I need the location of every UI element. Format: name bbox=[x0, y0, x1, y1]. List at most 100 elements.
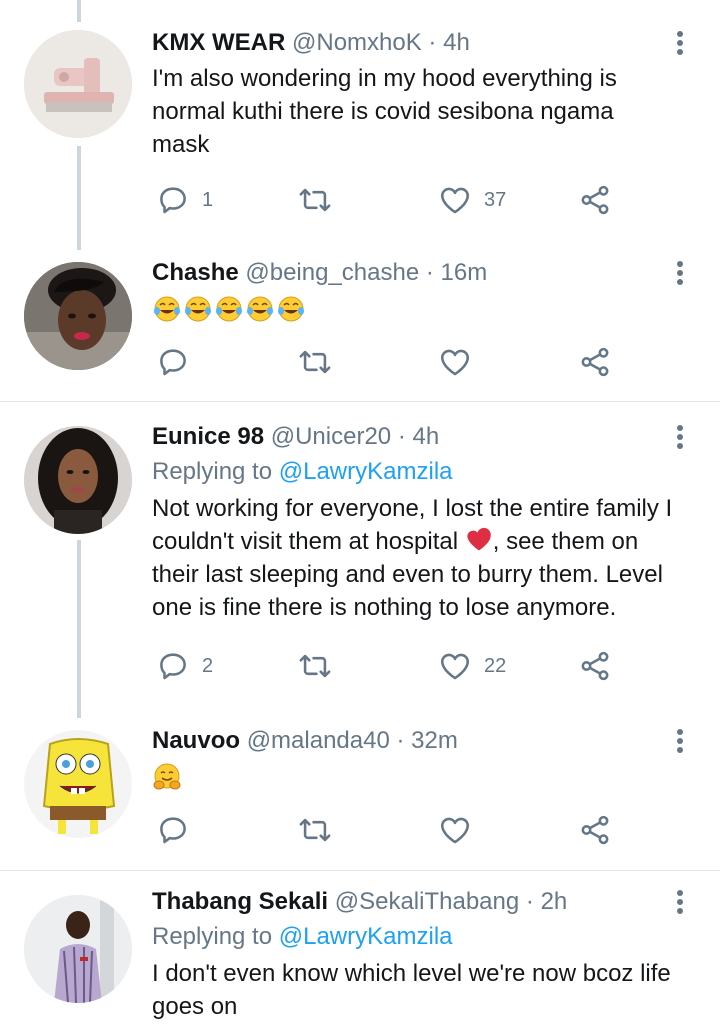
avatar[interactable] bbox=[24, 262, 132, 370]
face-with-tears-of-joy-icon bbox=[185, 296, 211, 322]
display-name[interactable]: KMX WEAR bbox=[152, 29, 285, 56]
mention-link[interactable]: @LawryKamzila bbox=[279, 458, 453, 485]
tweet-actions: 2 22 bbox=[152, 646, 652, 686]
user-handle[interactable]: @Unicer20 bbox=[271, 423, 391, 450]
retweet-button[interactable] bbox=[298, 646, 344, 686]
replying-to: Replying to @LawryKamzila bbox=[152, 456, 692, 488]
tweet-text-line: one is fine there is nothing to lose any… bbox=[152, 594, 617, 621]
share-icon bbox=[581, 815, 609, 845]
avatar[interactable] bbox=[24, 426, 132, 534]
more-options-icon[interactable] bbox=[668, 726, 692, 756]
reply-button[interactable] bbox=[156, 810, 202, 850]
face-with-tears-of-joy-icon bbox=[247, 296, 273, 322]
reply-button[interactable] bbox=[156, 342, 202, 382]
retweet-icon bbox=[299, 350, 331, 374]
share-icon bbox=[581, 651, 609, 681]
tweet-actions bbox=[152, 342, 652, 382]
reply-button[interactable]: 1 bbox=[156, 180, 213, 220]
tweet-text: Not working for everyone, I lost the ent… bbox=[152, 492, 692, 624]
like-button[interactable] bbox=[438, 810, 484, 850]
timestamp[interactable]: 16m bbox=[441, 259, 488, 286]
like-count: 22 bbox=[484, 654, 507, 677]
separator-dot: · bbox=[396, 727, 405, 754]
tweet-text-fragment: , see them on bbox=[492, 528, 639, 555]
face-with-tears-of-joy-icon bbox=[216, 296, 242, 322]
tweet-actions: 1 37 bbox=[152, 180, 652, 220]
share-button[interactable] bbox=[578, 646, 612, 686]
tweet-header: Chashe @being_chashe · 16m bbox=[152, 258, 692, 288]
avatar[interactable] bbox=[24, 895, 132, 1003]
user-handle[interactable]: @NomxhoK bbox=[292, 29, 422, 56]
reply-button[interactable]: 2 bbox=[156, 646, 213, 686]
timestamp[interactable]: 4h bbox=[413, 423, 440, 450]
retweet-icon bbox=[299, 654, 331, 678]
tweet-text-line: I'm also wondering in my hood everything… bbox=[152, 65, 617, 92]
retweet-button[interactable] bbox=[298, 810, 344, 850]
avatar[interactable] bbox=[24, 30, 132, 138]
reply-count: 1 bbox=[202, 188, 214, 211]
timestamp[interactable]: 2h bbox=[541, 888, 568, 915]
tweet-text-line: couldn't visit them at hospital , see th… bbox=[152, 525, 692, 558]
share-icon bbox=[581, 185, 609, 215]
like-button[interactable]: 22 bbox=[438, 646, 506, 686]
more-options-icon[interactable] bbox=[668, 258, 692, 288]
tweet[interactable]: KMX WEAR @NomxhoK · 4h I'm also wonderin… bbox=[0, 0, 720, 250]
display-name[interactable]: Chashe bbox=[152, 259, 239, 286]
separator-dot: · bbox=[428, 29, 437, 56]
hugging-face-icon bbox=[153, 763, 181, 790]
like-button[interactable]: 37 bbox=[438, 180, 506, 220]
retweet-button[interactable] bbox=[298, 180, 344, 220]
tweet-text-line: Not working for everyone, I lost the ent… bbox=[152, 495, 673, 522]
reply-icon bbox=[160, 349, 186, 376]
replying-to: Replying to @LawryKamzila bbox=[152, 921, 692, 953]
tweet-text-line: normal kuthi there is covid sesibona nga… bbox=[152, 98, 614, 125]
tweet[interactable]: Eunice 98 @Unicer20 · 4h Replying to @La… bbox=[0, 402, 720, 718]
share-button[interactable] bbox=[578, 810, 612, 850]
reply-count: 2 bbox=[202, 654, 214, 677]
more-options-icon[interactable] bbox=[668, 28, 692, 58]
display-name[interactable]: Eunice 98 bbox=[152, 423, 264, 450]
tweet[interactable]: Thabang Sekali @SekaliThabang · 2h Reply… bbox=[0, 871, 720, 1034]
user-handle[interactable]: @malanda40 bbox=[247, 727, 390, 754]
share-button[interactable] bbox=[578, 180, 612, 220]
like-count: 37 bbox=[484, 188, 507, 211]
more-options-icon[interactable] bbox=[668, 422, 692, 452]
retweet-button[interactable] bbox=[298, 342, 344, 382]
thread-line bbox=[77, 146, 81, 250]
tweet-text-line: goes on bbox=[152, 993, 238, 1020]
broken-heart-icon bbox=[467, 527, 491, 551]
heart-icon bbox=[440, 349, 470, 376]
tweet-text-fragment: couldn't visit them at hospital bbox=[152, 528, 459, 555]
tweet-text: I don't even know which level we're now … bbox=[152, 957, 692, 1023]
tweet[interactable]: Chashe @being_chashe · 16m bbox=[0, 250, 720, 400]
heart-icon bbox=[440, 187, 470, 214]
face-with-tears-of-joy-icon bbox=[278, 296, 304, 322]
tweet-header: Nauvoo @malanda40 · 32m bbox=[152, 726, 692, 756]
display-name[interactable]: Thabang Sekali bbox=[152, 888, 328, 915]
user-handle[interactable]: @being_chashe bbox=[245, 259, 419, 286]
tweet-text-line: I don't even know which level we're now … bbox=[152, 960, 671, 987]
retweet-icon bbox=[299, 818, 331, 842]
display-name[interactable]: Nauvoo bbox=[152, 727, 240, 754]
timestamp[interactable]: 4h bbox=[443, 29, 470, 56]
mention-link[interactable]: @LawryKamzila bbox=[279, 923, 453, 950]
avatar[interactable] bbox=[24, 730, 132, 838]
retweet-icon bbox=[299, 188, 331, 212]
tweet-emojis bbox=[152, 762, 692, 792]
replying-label: Replying to bbox=[152, 458, 273, 485]
more-options-icon[interactable] bbox=[668, 887, 692, 917]
reply-icon bbox=[160, 187, 186, 214]
tweet[interactable]: Nauvoo @malanda40 · 32m bbox=[0, 718, 720, 870]
heart-icon bbox=[440, 817, 470, 844]
thread-line bbox=[77, 540, 81, 718]
share-button[interactable] bbox=[578, 342, 612, 382]
separator-dot: · bbox=[525, 888, 534, 915]
heart-icon bbox=[440, 653, 470, 680]
tweet-feed: KMX WEAR @NomxhoK · 4h I'm also wonderin… bbox=[0, 0, 720, 1034]
user-handle[interactable]: @SekaliThabang bbox=[335, 888, 519, 915]
like-button[interactable] bbox=[438, 342, 484, 382]
tweet-text: I'm also wondering in my hood everything… bbox=[152, 62, 692, 161]
timestamp[interactable]: 32m bbox=[411, 727, 458, 754]
tweet-header: KMX WEAR @NomxhoK · 4h bbox=[152, 28, 692, 58]
reply-icon bbox=[160, 817, 186, 844]
